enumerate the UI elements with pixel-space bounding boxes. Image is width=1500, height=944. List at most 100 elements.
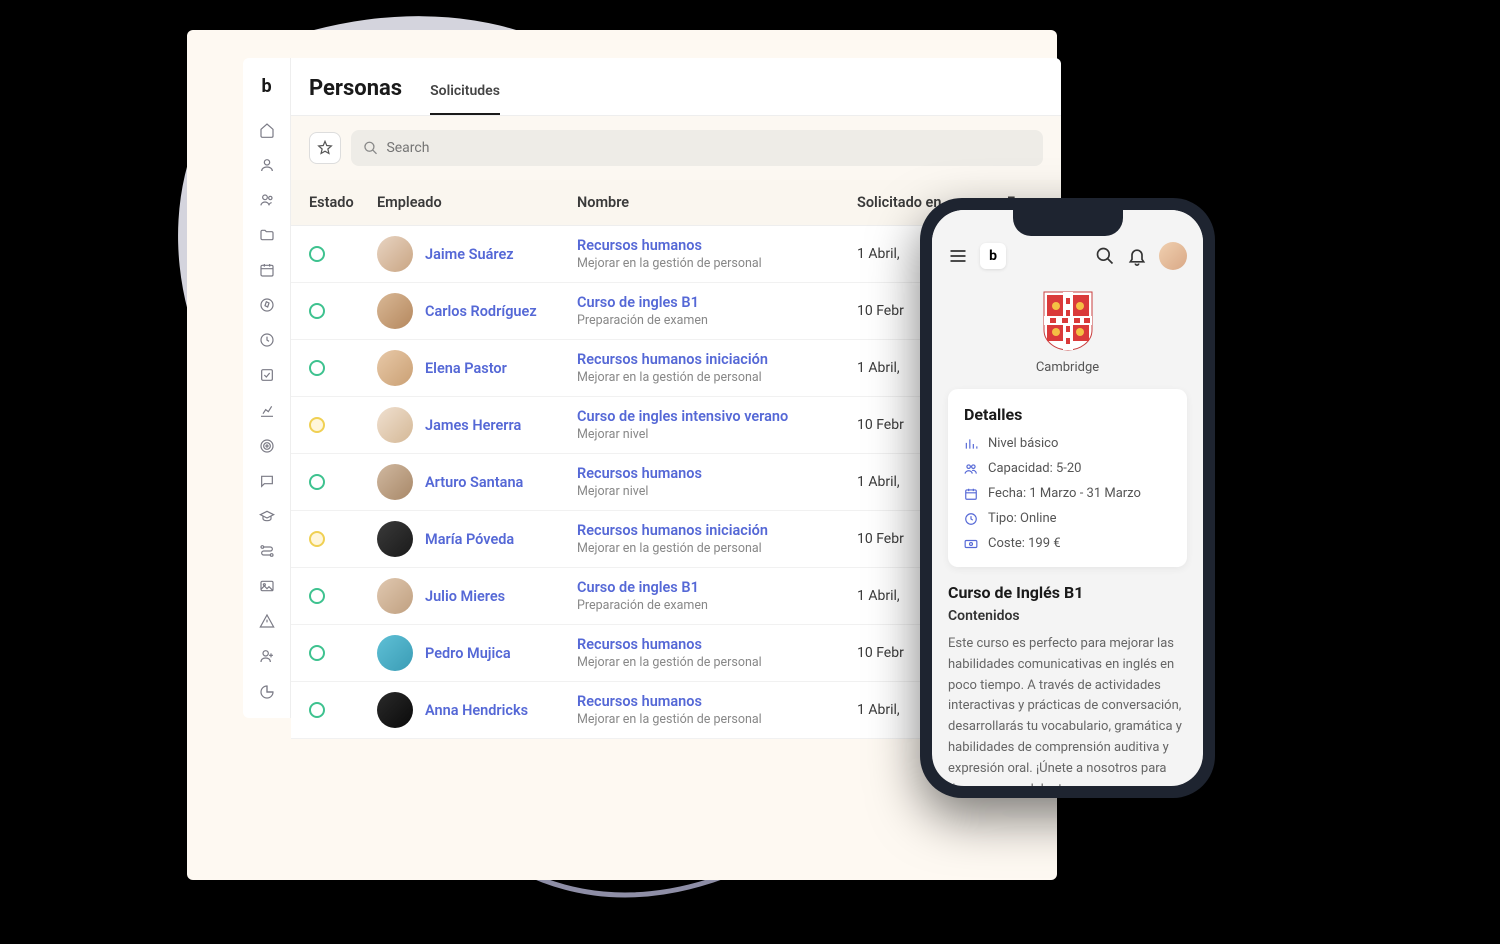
phone-logo: b (980, 243, 1006, 269)
status-dot (309, 588, 325, 604)
employee-link[interactable]: Anna Hendricks (425, 702, 528, 719)
toolbar (291, 116, 1061, 180)
graduation-icon[interactable] (258, 507, 276, 524)
course-description: Este curso es perfecto para mejorar las … (948, 634, 1187, 786)
compass-icon[interactable] (258, 297, 276, 314)
cost-icon (964, 537, 978, 551)
users-icon[interactable] (258, 191, 276, 208)
avatar (377, 578, 413, 614)
avatar (377, 407, 413, 443)
status-dot (309, 417, 325, 433)
phone-mockup: b (920, 198, 1215, 798)
logo: b (261, 76, 271, 97)
calendar-icon[interactable] (258, 262, 276, 279)
avatar (377, 350, 413, 386)
level-icon (964, 437, 978, 451)
employee-link[interactable]: James Hererra (425, 417, 521, 434)
course-heading: Curso de Inglés B1 (948, 583, 1187, 602)
course-link[interactable]: Recursos humanos (577, 636, 857, 653)
course-link[interactable]: Recursos humanos iniciación (577, 351, 857, 368)
type-icon (964, 512, 978, 526)
course-subtitle: Mejorar nivel (577, 427, 857, 442)
search-input[interactable] (386, 140, 1031, 156)
route-icon[interactable] (258, 543, 276, 560)
phone-screen: b (932, 210, 1203, 786)
alert-icon[interactable] (258, 613, 276, 630)
sidebar: b (243, 58, 291, 718)
bell-icon[interactable] (1127, 246, 1147, 266)
pie-icon[interactable] (258, 683, 276, 700)
avatar (377, 635, 413, 671)
crest-label: Cambridge (948, 360, 1187, 375)
home-icon[interactable] (258, 121, 276, 138)
user-plus-icon[interactable] (258, 648, 276, 665)
chat-icon[interactable] (258, 472, 276, 489)
col-nombre: Nombre (577, 194, 857, 211)
target-icon[interactable] (258, 437, 276, 454)
detail-date: Fecha: 1 Marzo - 31 Marzo (964, 486, 1171, 501)
details-title: Detalles (964, 405, 1171, 424)
course-subtitle: Preparación de examen (577, 313, 857, 328)
phone-notch (1013, 210, 1123, 236)
course-link[interactable]: Recursos humanos (577, 237, 857, 254)
course-subtitle: Preparación de examen (577, 598, 857, 613)
phone-body: Cambridge Detalles Nivel básico Capacida… (932, 280, 1203, 786)
course-link[interactable]: Recursos humanos (577, 465, 857, 482)
employee-link[interactable]: Pedro Mujica (425, 645, 511, 662)
status-dot (309, 531, 325, 547)
employee-link[interactable]: Jaime Suárez (425, 246, 514, 263)
crest-icon (1042, 290, 1094, 352)
course-subtitle: Mejorar en la gestión de personal (577, 256, 857, 271)
course-link[interactable]: Recursos humanos iniciación (577, 522, 857, 539)
avatar (377, 521, 413, 557)
employee-link[interactable]: Elena Pastor (425, 360, 507, 377)
check-square-icon[interactable] (258, 367, 276, 384)
detail-level: Nivel básico (964, 436, 1171, 451)
employee-link[interactable]: Julio Mieres (425, 588, 505, 605)
tab-solicitudes[interactable]: Solicitudes (430, 83, 500, 115)
course-link[interactable]: Curso de ingles B1 (577, 579, 857, 596)
employee-link[interactable]: Carlos Rodríguez (425, 303, 537, 320)
status-dot (309, 645, 325, 661)
avatar (377, 293, 413, 329)
phone-search-icon[interactable] (1095, 246, 1115, 266)
header: Personas Solicitudes (291, 58, 1061, 116)
col-estado: Estado (309, 194, 377, 211)
course-subtitle: Mejorar en la gestión de personal (577, 655, 857, 670)
folder-icon[interactable] (258, 226, 276, 243)
course-link[interactable]: Curso de ingles intensivo verano (577, 408, 857, 425)
detail-type: Tipo: Online (964, 511, 1171, 526)
employee-link[interactable]: María Póveda (425, 531, 514, 548)
user-icon[interactable] (258, 156, 276, 173)
course-subtitle: Mejorar nivel (577, 484, 857, 499)
search-icon (363, 140, 378, 156)
status-dot (309, 474, 325, 490)
status-dot (309, 246, 325, 262)
avatar (377, 464, 413, 500)
course-subtitle: Mejorar en la gestión de personal (577, 541, 857, 556)
course-link[interactable]: Curso de ingles B1 (577, 294, 857, 311)
people-icon (964, 462, 978, 476)
page-title: Personas (309, 76, 402, 101)
date-icon (964, 487, 978, 501)
course-subtitle: Mejorar en la gestión de personal (577, 370, 857, 385)
col-empleado: Empleado (377, 194, 577, 211)
status-dot (309, 702, 325, 718)
detail-capacity: Capacidad: 5-20 (964, 461, 1171, 476)
chart-icon[interactable] (258, 402, 276, 419)
course-contents-label: Contenidos (948, 608, 1187, 624)
avatar (377, 236, 413, 272)
avatar (377, 692, 413, 728)
favorite-button[interactable] (309, 132, 341, 164)
course-link[interactable]: Recursos humanos (577, 693, 857, 710)
image-icon[interactable] (258, 578, 276, 595)
course-subtitle: Mejorar en la gestión de personal (577, 712, 857, 727)
status-dot (309, 303, 325, 319)
search-box[interactable] (351, 130, 1043, 166)
detail-cost: Coste: 199 € (964, 536, 1171, 551)
clock-icon[interactable] (258, 332, 276, 349)
menu-icon[interactable] (948, 246, 968, 266)
employee-link[interactable]: Arturo Santana (425, 474, 523, 491)
details-card: Detalles Nivel básico Capacidad: 5-20 Fe… (948, 389, 1187, 567)
phone-avatar[interactable] (1159, 242, 1187, 270)
